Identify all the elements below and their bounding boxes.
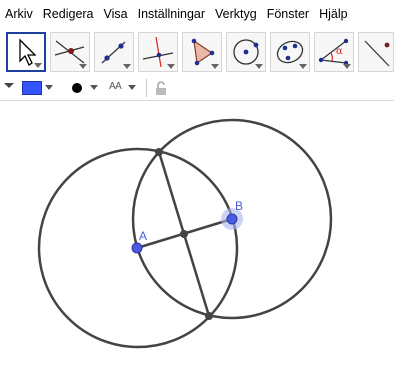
midpoint[interactable] — [180, 230, 188, 238]
menu-arkiv[interactable]: Arkiv — [0, 7, 37, 21]
polygon-tool-button[interactable] — [182, 32, 222, 72]
chevron-down-icon — [343, 64, 351, 69]
point-b-label: B — [235, 199, 243, 213]
point-b[interactable] — [226, 213, 238, 225]
chevron-down-icon[interactable] — [89, 84, 99, 92]
conic-tool-button[interactable] — [270, 32, 310, 72]
angle-tool-button[interactable]: α — [314, 32, 354, 72]
chevron-down-icon — [211, 64, 219, 69]
menu-installningar[interactable]: Inställningar — [132, 7, 209, 21]
menu-bar: Arkiv Redigera Visa Inställningar Verkty… — [0, 0, 394, 28]
perpendicular-tool-button[interactable] — [138, 32, 178, 72]
circle-tool-button[interactable] — [226, 32, 266, 72]
angle-tool-alpha: α — [336, 46, 343, 57]
chevron-down-icon — [34, 63, 42, 68]
stylebar-divider — [146, 79, 147, 97]
intersection-point-bottom[interactable] — [205, 312, 213, 320]
point-a-label: A — [139, 229, 147, 243]
point-tool-button[interactable] — [50, 32, 90, 72]
text-size-icon[interactable]: AA — [109, 81, 122, 92]
move-tool-button[interactable] — [6, 32, 46, 72]
point-style-icon[interactable] — [70, 81, 84, 95]
toolbar: α — [0, 30, 394, 74]
point-a[interactable] — [131, 242, 143, 254]
chevron-down-icon — [123, 64, 131, 69]
reflect-tool-button[interactable] — [358, 32, 394, 72]
stylebar-toggle-icon[interactable] — [3, 80, 15, 90]
menu-fonster[interactable]: Fönster — [261, 7, 313, 21]
lock-icon[interactable] — [154, 80, 168, 96]
chevron-down-icon — [167, 64, 175, 69]
line-tool-button[interactable] — [94, 32, 134, 72]
style-bar: AA — [0, 76, 394, 101]
graphics-view[interactable]: A B — [0, 101, 394, 375]
menu-visa[interactable]: Visa — [98, 7, 132, 21]
chevron-down-icon — [299, 64, 307, 69]
chevron-down-icon[interactable] — [127, 84, 137, 92]
chevron-down-icon — [255, 64, 263, 69]
intersection-point-top[interactable] — [155, 148, 163, 156]
menu-verktyg[interactable]: Verktyg — [209, 7, 261, 21]
menu-hjalp[interactable]: Hjälp — [313, 7, 352, 21]
menu-redigera[interactable]: Redigera — [37, 7, 98, 21]
chevron-down-icon[interactable] — [44, 84, 54, 92]
chevron-down-icon — [79, 64, 87, 69]
reflect-icon — [364, 40, 390, 67]
geometry-canvas[interactable]: A B — [0, 101, 394, 375]
color-swatch[interactable] — [22, 81, 42, 95]
